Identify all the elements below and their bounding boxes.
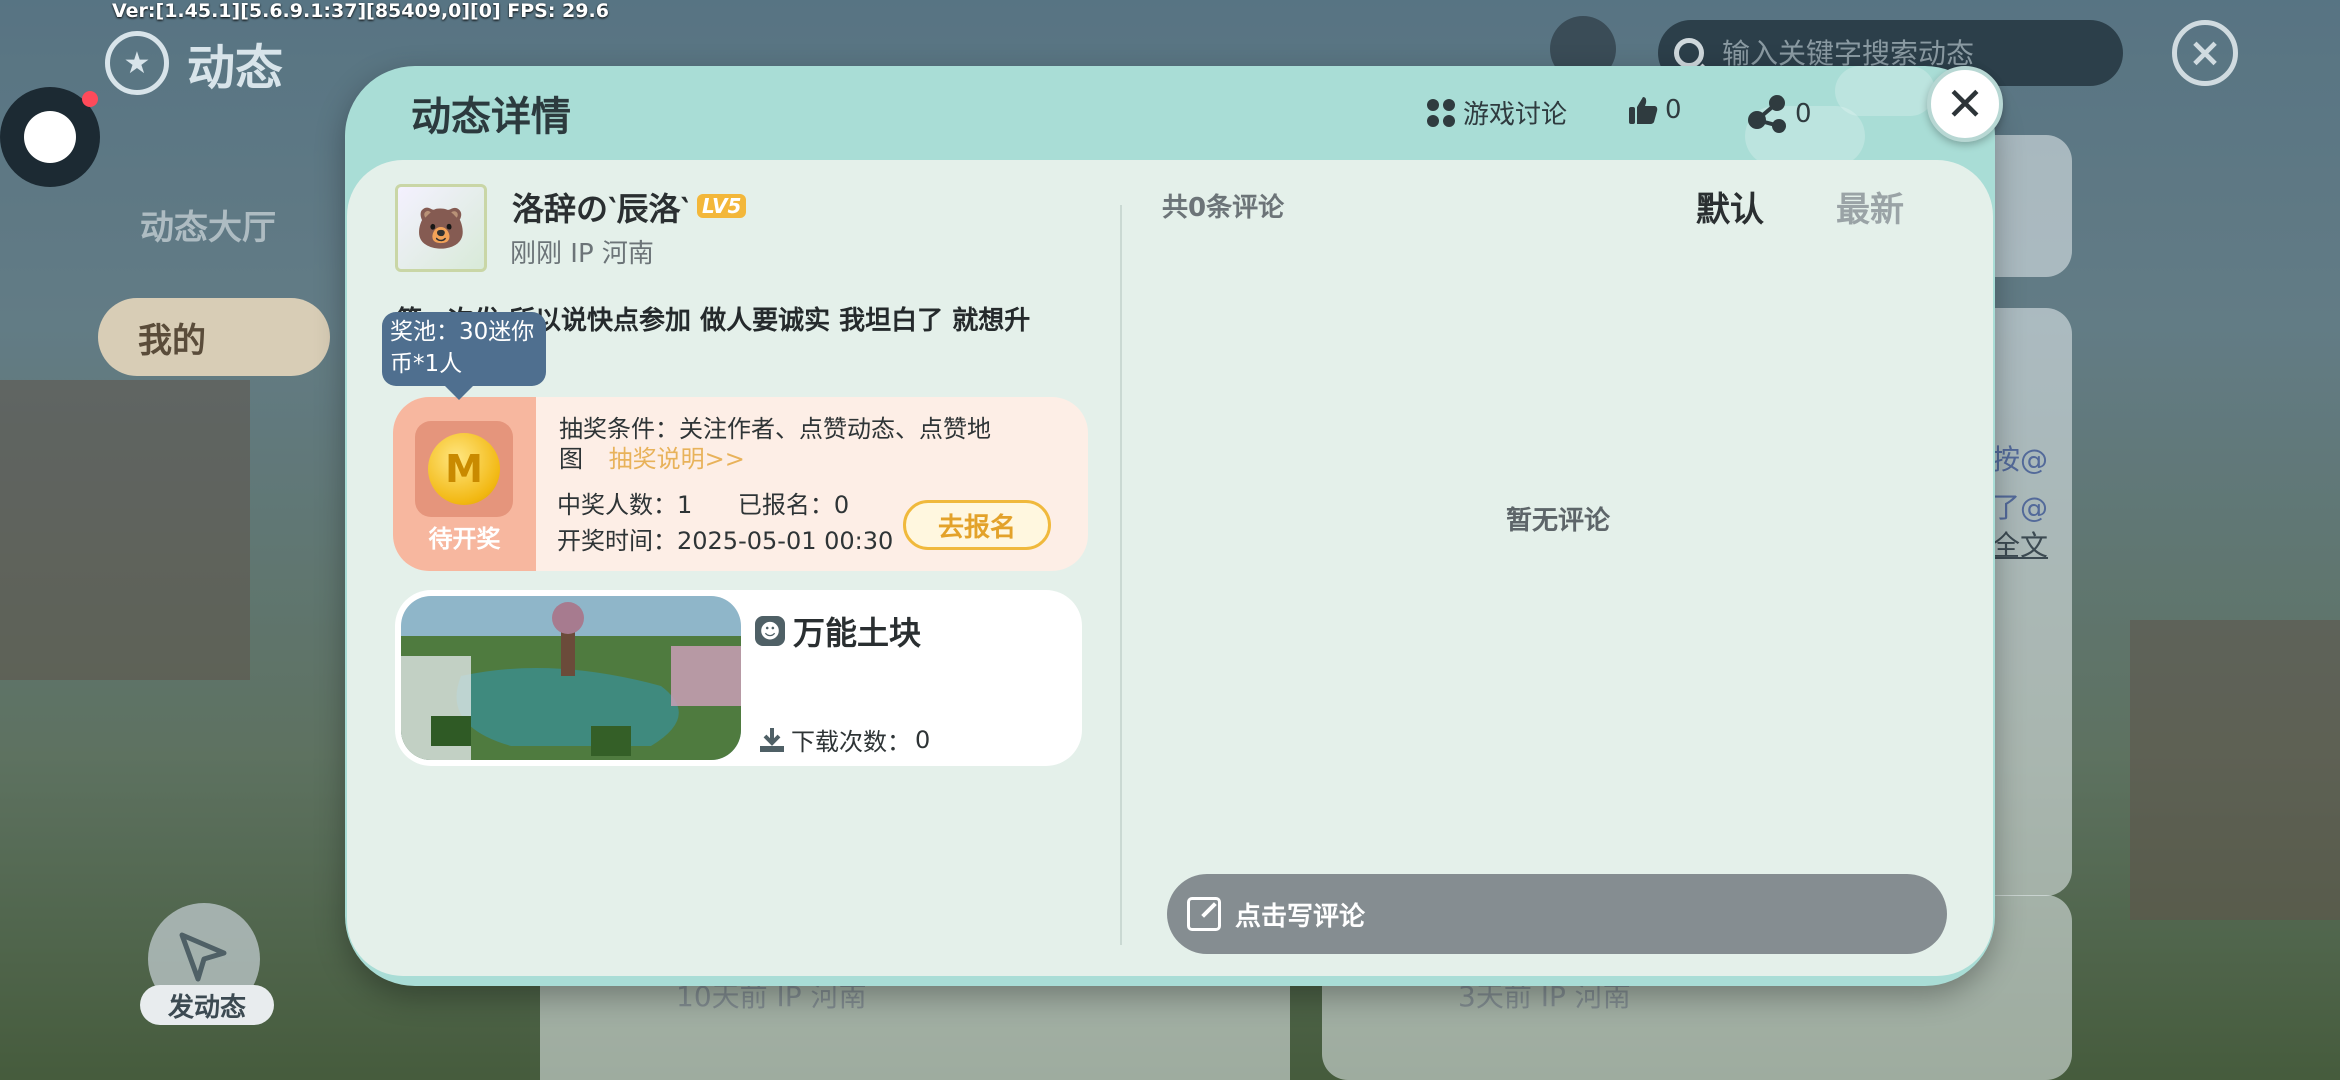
prize-pool-tooltip: 奖池：30迷你 币*1人 bbox=[382, 312, 546, 400]
search-icon bbox=[1674, 38, 1704, 68]
lottery-draw-time: 开奖时间：2025-05-01 00:30 bbox=[557, 521, 893, 556]
game-discussion-button[interactable]: 游戏讨论 bbox=[1425, 94, 1567, 131]
downloads-value: 0 bbox=[915, 725, 931, 754]
background-close-icon[interactable]: × bbox=[2172, 20, 2238, 86]
background-text-fragment: 按@ bbox=[1992, 443, 2049, 476]
header-decoration bbox=[1835, 66, 1935, 116]
background-page-title: 动态 bbox=[187, 40, 284, 96]
comment-count: 共0条评论 bbox=[1162, 193, 1285, 223]
registered-value: 0 bbox=[833, 491, 850, 519]
winners-value: 1 bbox=[677, 491, 693, 519]
mini-coin-icon: M bbox=[428, 433, 500, 505]
signup-button[interactable]: 去报名 bbox=[903, 500, 1051, 550]
sidebar-item-hall[interactable]: 动态大厅 bbox=[140, 200, 276, 249]
floating-ball-icon bbox=[24, 111, 76, 163]
cursor-icon bbox=[179, 932, 227, 982]
like-button[interactable]: 0 bbox=[1627, 94, 1682, 126]
tooltip-line1: 奖池：30迷你 bbox=[390, 319, 535, 345]
background-text-fragment: 了@ bbox=[1992, 491, 2049, 524]
sidebar-item-mine[interactable]: 我的 bbox=[98, 298, 330, 376]
write-comment-label: 点击写评论 bbox=[1235, 901, 1366, 932]
close-icon[interactable]: ✕ bbox=[1927, 66, 2003, 142]
map-downloads: 下载次数： 0 bbox=[757, 722, 930, 757]
tooltip-line2: 币*1人 bbox=[390, 351, 463, 377]
star-icon: ★ bbox=[105, 31, 169, 95]
write-comment-button[interactable]: 点击写评论 bbox=[1167, 874, 1947, 954]
map-title: 万能土块 bbox=[793, 614, 922, 652]
downloads-label: 下载次数： bbox=[791, 728, 911, 756]
share-count: 0 bbox=[1795, 99, 1812, 129]
draw-time-value: 2025-05-01 00:30 bbox=[677, 527, 894, 555]
registered-label: 已报名： bbox=[737, 491, 834, 519]
map-thumbnail bbox=[401, 596, 741, 760]
post-ip: IP 河南 bbox=[570, 239, 654, 269]
debug-version-text: Ver:[1.45.1][5.6.9.1:37][85409,0][0] FPS… bbox=[112, 0, 609, 22]
avatar[interactable]: 🐻 bbox=[395, 184, 487, 272]
edit-icon bbox=[1187, 897, 1221, 931]
lottery-status-panel: M 待开奖 bbox=[393, 397, 536, 571]
lottery-explain-link[interactable]: 抽奖说明>> bbox=[609, 445, 745, 473]
thumbs-up-icon bbox=[1629, 97, 1658, 124]
empty-comments-text: 暂无评论 bbox=[1506, 506, 1611, 536]
sort-default-tab[interactable]: 默认 bbox=[1696, 182, 1764, 231]
share-icon bbox=[1748, 95, 1786, 133]
lottery-condition-line2: 图 抽奖说明>> bbox=[559, 439, 745, 474]
lottery-winners: 中奖人数：1 已报名：0 bbox=[557, 485, 849, 520]
map-preview-image bbox=[401, 596, 741, 760]
grid-icon bbox=[1427, 98, 1455, 127]
post-time: 刚刚 bbox=[510, 239, 563, 269]
sort-newest-tab[interactable]: 最新 bbox=[1836, 182, 1904, 231]
column-divider bbox=[1120, 205, 1122, 945]
modal-title: 动态详情 bbox=[411, 94, 571, 140]
background-text-fragment: 全文 bbox=[1992, 529, 2049, 562]
map-card[interactable]: ☻ 万能土块 下载次数： 0 bbox=[395, 590, 1082, 766]
floating-assistant-ball[interactable] bbox=[0, 87, 100, 187]
lottery-card: M 待开奖 抽奖条件：关注作者、点赞动态、点赞地 图 抽奖说明>> 中奖人数：1… bbox=[393, 397, 1088, 571]
notification-dot bbox=[82, 91, 98, 107]
lottery-condition-text2: 图 bbox=[559, 445, 583, 473]
download-icon bbox=[760, 727, 784, 752]
lottery-status: 待开奖 bbox=[428, 525, 501, 553]
map-author-icon: ☻ bbox=[755, 616, 785, 646]
share-button[interactable]: 0 bbox=[1747, 94, 1812, 134]
post-button-label[interactable]: 发动态 bbox=[140, 985, 274, 1025]
level-badge: LV5 bbox=[697, 194, 747, 218]
draw-time-label: 开奖时间： bbox=[557, 527, 677, 555]
post-meta: 刚刚 IP 河南 bbox=[510, 233, 654, 270]
like-count: 0 bbox=[1665, 95, 1682, 125]
user-name[interactable]: 洛辞の‵辰洛‵ bbox=[512, 184, 689, 230]
coin-box: M bbox=[415, 421, 513, 517]
game-discussion-label: 游戏讨论 bbox=[1463, 100, 1568, 130]
winners-label: 中奖人数： bbox=[557, 491, 677, 519]
background-header: ★ 动态 bbox=[105, 28, 283, 98]
map-name: ☻ 万能土块 bbox=[755, 608, 921, 654]
